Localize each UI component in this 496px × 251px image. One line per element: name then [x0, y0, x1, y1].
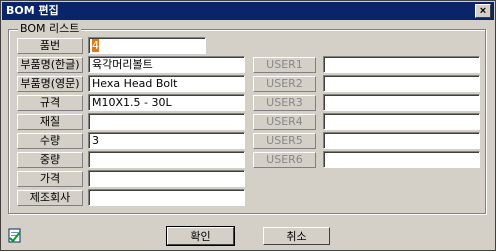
user1-input[interactable]: [323, 56, 480, 73]
groupbox-label: BOM 리스트: [18, 22, 82, 35]
label-part-name-en: 부품명(영문): [17, 76, 83, 92]
user6-input[interactable]: [323, 151, 480, 168]
quantity-input[interactable]: 3: [88, 132, 245, 149]
part-number-input[interactable]: 4: [88, 37, 206, 54]
material-input[interactable]: [88, 113, 245, 130]
label-manufacturer: 제조회사: [17, 190, 83, 206]
label-user1: USER1: [253, 57, 316, 73]
user3-input[interactable]: [323, 94, 480, 111]
label-user5: USER5: [253, 133, 316, 149]
user5-input[interactable]: [323, 132, 480, 149]
window-title: BOM 편집: [6, 4, 59, 17]
label-user4: USER4: [253, 114, 316, 130]
label-user2: USER2: [253, 76, 316, 92]
part-name-kr-input[interactable]: 육각머리볼트: [88, 56, 245, 73]
label-price: 가격: [17, 171, 83, 187]
spec-input[interactable]: M10X1.5 - 30L: [88, 94, 245, 111]
label-weight: 중량: [17, 152, 83, 168]
label-quantity: 수량: [17, 133, 83, 149]
document-check-icon: [8, 228, 21, 243]
bom-edit-dialog: BOM 편집 × BOM 리스트 품번 부품명(한글) 부품명(영문) 규격 재…: [0, 0, 496, 251]
label-user3: USER3: [253, 95, 316, 111]
title-bar[interactable]: BOM 편집 ×: [2, 2, 494, 20]
user4-input[interactable]: [323, 113, 480, 130]
label-user6: USER6: [253, 152, 316, 168]
label-part-name-kr: 부품명(한글): [17, 57, 83, 73]
label-spec: 규격: [17, 95, 83, 111]
user2-input[interactable]: [323, 75, 480, 92]
part-number-value: 4: [92, 39, 99, 52]
part-name-en-input[interactable]: Hexa Head Bolt: [88, 75, 245, 92]
close-button[interactable]: ×: [475, 4, 491, 18]
cancel-button[interactable]: 취소: [263, 227, 330, 245]
label-part-number: 품번: [17, 38, 83, 54]
manufacturer-input[interactable]: [88, 189, 245, 206]
ok-button[interactable]: 확인: [166, 226, 235, 246]
label-material: 재질: [17, 114, 83, 130]
weight-input[interactable]: [88, 151, 245, 168]
price-input[interactable]: [88, 170, 245, 187]
